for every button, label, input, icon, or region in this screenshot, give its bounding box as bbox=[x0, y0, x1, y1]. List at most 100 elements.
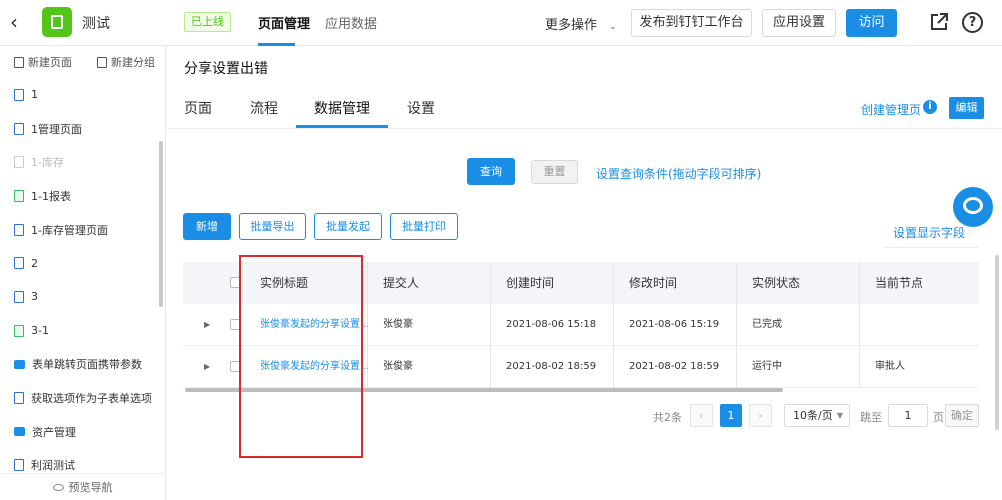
tab-page-management[interactable]: 页面管理 bbox=[258, 13, 310, 32]
column-header-status[interactable]: 实例状态 bbox=[742, 262, 800, 304]
page-suffix-label: 页 bbox=[933, 411, 944, 424]
sidebar: 新建页面 新建分组 1 1管理页面 1-库存 1-1报表 1-库存管理页面 2 … bbox=[0, 46, 166, 500]
edit-button[interactable]: 编辑 bbox=[949, 97, 984, 119]
sidebar-item-label: 1-1报表 bbox=[31, 189, 71, 203]
batch-launch-button[interactable]: 批量发起 bbox=[314, 213, 382, 240]
goto-page-input[interactable]: 1 bbox=[888, 404, 928, 427]
batch-print-button[interactable]: 批量打印 bbox=[390, 213, 458, 240]
expand-arrow-icon[interactable]: ▶ bbox=[204, 304, 210, 345]
status-cell: 运行中 bbox=[752, 361, 782, 372]
preview-nav-label: 预览导航 bbox=[68, 481, 113, 494]
batch-export-button[interactable]: 批量导出 bbox=[239, 213, 306, 240]
created-cell: 2021-08-02 18:59 bbox=[506, 361, 597, 372]
external-link-icon[interactable] bbox=[929, 12, 949, 32]
new-group-button[interactable]: 新建分组 bbox=[97, 54, 155, 70]
new-page-button[interactable]: 新建页面 bbox=[14, 54, 72, 70]
more-actions-label: 更多操作 bbox=[545, 18, 598, 33]
node-cell bbox=[865, 304, 875, 345]
goto-label: 跳至 bbox=[860, 411, 882, 424]
info-icon[interactable]: i bbox=[923, 100, 937, 114]
sidebar-item[interactable]: 资产管理 bbox=[0, 415, 158, 449]
app-settings-button[interactable]: 应用设置 bbox=[762, 9, 836, 37]
folder-icon bbox=[14, 359, 25, 369]
column-header-node[interactable]: 当前节点 bbox=[865, 262, 923, 304]
sidebar-item[interactable]: 3-1 bbox=[0, 314, 158, 348]
column-header-modified[interactable]: 修改时间 bbox=[619, 262, 677, 304]
sidebar-item[interactable]: 1管理页面 bbox=[0, 112, 158, 146]
sidebar-item[interactable]: 获取选项作为子表单选项 bbox=[0, 381, 158, 415]
tab-divider bbox=[167, 128, 1002, 129]
data-table: 实例标题 提交人 创建时间 修改时间 实例状态 当前节点 ▶ 张俊豪发起的分享设… bbox=[183, 262, 979, 392]
new-group-icon bbox=[97, 56, 107, 68]
folder-icon bbox=[14, 427, 25, 437]
active-tab-indicator bbox=[258, 43, 295, 46]
status-badge: 已上线 bbox=[184, 12, 231, 32]
table-row[interactable]: ▶ 张俊豪发起的分享设置... 张俊豪 2021-08-02 18:59 202… bbox=[183, 346, 979, 388]
submitter-cell: 张俊豪 bbox=[383, 361, 413, 372]
more-actions-dropdown[interactable]: 更多操作 ⌄ bbox=[545, 14, 617, 33]
chevron-down-icon: ⌄ bbox=[609, 22, 617, 32]
expand-arrow-icon[interactable]: ▶ bbox=[204, 346, 210, 387]
reset-button[interactable]: 重置 bbox=[531, 160, 578, 184]
sidebar-item[interactable]: 1-库存 bbox=[0, 145, 158, 179]
sidebar-item-label: 获取选项作为子表单选项 bbox=[31, 392, 152, 406]
page-number-button[interactable]: 1 bbox=[720, 404, 742, 427]
prev-page-button[interactable]: ‹ bbox=[690, 404, 713, 427]
create-manage-page-link[interactable]: 创建管理页 bbox=[861, 101, 921, 118]
row-checkbox[interactable] bbox=[230, 319, 241, 330]
display-fields-link[interactable]: 设置显示字段 bbox=[893, 224, 965, 241]
query-button[interactable]: 查询 bbox=[467, 158, 515, 185]
sidebar-item-label: 表单跳转页面携带参数 bbox=[32, 358, 142, 372]
doc-icon bbox=[14, 88, 24, 101]
sidebar-item[interactable]: 1-1报表 bbox=[0, 179, 158, 213]
doc-icon bbox=[14, 392, 24, 405]
page-size-value: 10条/页 bbox=[793, 409, 833, 422]
page-size-select[interactable]: 10条/页 ▼ bbox=[784, 404, 850, 427]
new-group-label: 新建分组 bbox=[111, 56, 155, 69]
doc-icon bbox=[14, 290, 24, 303]
tab-page[interactable]: 页面 bbox=[184, 98, 212, 118]
sidebar-item[interactable]: 表单跳转页面携带参数 bbox=[0, 348, 158, 382]
help-icon[interactable]: ? bbox=[962, 12, 983, 33]
visit-button[interactable]: 访问 bbox=[846, 9, 897, 37]
column-header-title[interactable]: 实例标题 bbox=[250, 262, 308, 304]
tab-app-data[interactable]: 应用数据 bbox=[325, 13, 377, 32]
sidebar-item-label: 1管理页面 bbox=[31, 122, 82, 136]
sidebar-scrollbar[interactable] bbox=[159, 141, 163, 307]
sidebar-item[interactable]: 3 bbox=[0, 280, 158, 314]
sidebar-item[interactable]: 1 bbox=[0, 78, 158, 112]
customer-service-button[interactable] bbox=[953, 187, 993, 227]
row-checkbox[interactable] bbox=[230, 361, 241, 372]
sidebar-item-label: 1 bbox=[31, 88, 38, 102]
tab-data-management[interactable]: 数据管理 bbox=[314, 98, 370, 118]
instance-title-link[interactable]: 张俊豪发起的分享设置... bbox=[260, 346, 368, 387]
preview-nav-button[interactable]: 预览导航 bbox=[0, 473, 165, 500]
sidebar-item[interactable]: 2 bbox=[0, 246, 158, 280]
doc-icon bbox=[14, 257, 24, 270]
chevron-left-icon[interactable]: ‹ bbox=[10, 10, 30, 34]
eye-icon bbox=[52, 483, 64, 491]
publish-button[interactable]: 发布到钉钉工作台 bbox=[631, 9, 752, 37]
horizontal-scrollbar[interactable] bbox=[185, 388, 783, 392]
sidebar-item-label: 3-1 bbox=[31, 324, 49, 338]
tab-flow[interactable]: 流程 bbox=[250, 98, 278, 118]
next-page-button[interactable]: › bbox=[749, 404, 772, 427]
tab-settings[interactable]: 设置 bbox=[407, 98, 435, 118]
top-bar: ‹ 测试 已上线 页面管理 应用数据 更多操作 ⌄ 发布到钉钉工作台 应用设置 … bbox=[0, 0, 1002, 46]
table-row[interactable]: ▶ 张俊豪发起的分享设置... 张俊豪 2021-08-06 15:18 202… bbox=[183, 304, 979, 346]
sidebar-item-label: 1-库存 bbox=[31, 156, 64, 170]
doc-icon bbox=[14, 156, 24, 169]
query-conditions-link[interactable]: 设置查询条件(拖动字段可排序) bbox=[596, 165, 761, 182]
new-page-label: 新建页面 bbox=[28, 56, 72, 69]
sidebar-actions: 新建页面 新建分组 bbox=[0, 46, 165, 78]
goto-confirm-button[interactable]: 确定 bbox=[945, 404, 979, 427]
column-header-created[interactable]: 创建时间 bbox=[496, 262, 554, 304]
select-all-checkbox[interactable] bbox=[230, 277, 241, 288]
instance-title-link[interactable]: 张俊豪发起的分享设置... bbox=[260, 304, 368, 345]
add-button[interactable]: 新增 bbox=[183, 213, 231, 240]
column-header-submitter[interactable]: 提交人 bbox=[373, 262, 419, 304]
vertical-scrollbar[interactable] bbox=[995, 255, 999, 430]
chevron-down-icon: ▼ bbox=[836, 411, 843, 420]
form-icon bbox=[14, 122, 24, 135]
sidebar-item[interactable]: 1-库存管理页面 bbox=[0, 213, 158, 247]
